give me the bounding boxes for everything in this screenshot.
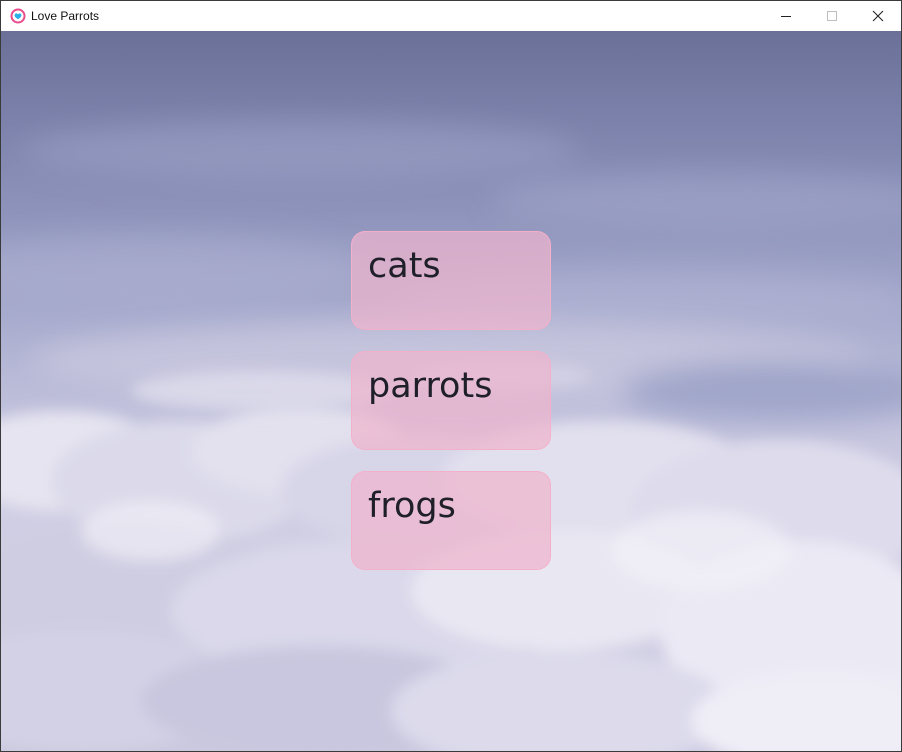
heart-app-icon [10,8,26,24]
maximize-icon [827,11,837,21]
frogs-button[interactable]: frogs [351,471,551,570]
title-bar[interactable]: Love Parrots [1,1,901,31]
close-button[interactable] [855,1,901,31]
cats-button[interactable]: cats [351,231,551,330]
app-window: Love Parrots cats parrots frogs [0,0,902,752]
maximize-button[interactable] [809,1,855,31]
parrots-button-label: parrots [368,366,493,406]
minimize-icon [781,16,791,17]
minimize-button[interactable] [763,1,809,31]
app-canvas: cats parrots frogs [1,31,901,751]
frogs-button-label: frogs [368,486,456,526]
parrots-button[interactable]: parrots [351,351,551,450]
window-title: Love Parrots [31,9,100,23]
cats-button-label: cats [368,246,441,286]
close-icon [872,10,884,22]
